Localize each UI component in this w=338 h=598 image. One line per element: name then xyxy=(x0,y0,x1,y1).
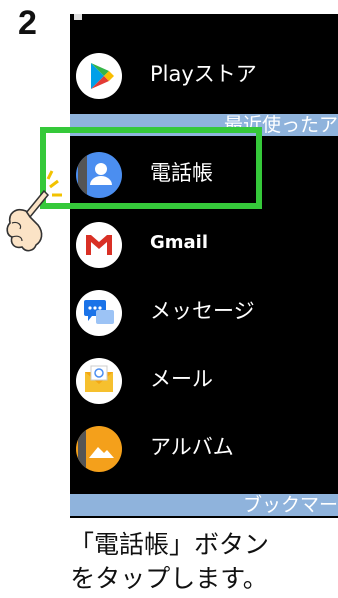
app-item-album[interactable]: アルバム xyxy=(70,416,338,476)
bookmarks-section-header: ブックマー xyxy=(70,494,338,516)
tap-target-highlight xyxy=(40,127,262,209)
step-number: 2 xyxy=(18,4,37,42)
caption-line-1: 「電話帳」ボタン xyxy=(68,530,269,559)
app-label: メール xyxy=(150,367,213,391)
status-indicator xyxy=(74,14,82,20)
messages-icon xyxy=(76,290,122,336)
app-item-messages[interactable]: メッセージ xyxy=(70,280,338,340)
app-item-gmail[interactable]: Gmail xyxy=(70,212,338,272)
mail-icon xyxy=(76,358,122,404)
caption-line-2: をタップします。 xyxy=(70,564,268,593)
app-label: Gmail xyxy=(150,232,209,253)
gmail-icon xyxy=(76,222,122,268)
app-label: Playストア xyxy=(150,62,257,86)
album-icon xyxy=(76,426,122,472)
app-label: メッセージ xyxy=(150,299,255,323)
pointing-hand-icon xyxy=(6,170,62,252)
app-label: アルバム xyxy=(150,435,234,459)
play-store-icon xyxy=(76,53,122,99)
app-item-play-store[interactable]: Playストア xyxy=(70,43,338,103)
phone-screen: Playストア 最近使ったア 電話帳 Gmail メッセージ メール アルバム … xyxy=(70,14,338,518)
app-item-mail[interactable]: メール xyxy=(70,348,338,408)
